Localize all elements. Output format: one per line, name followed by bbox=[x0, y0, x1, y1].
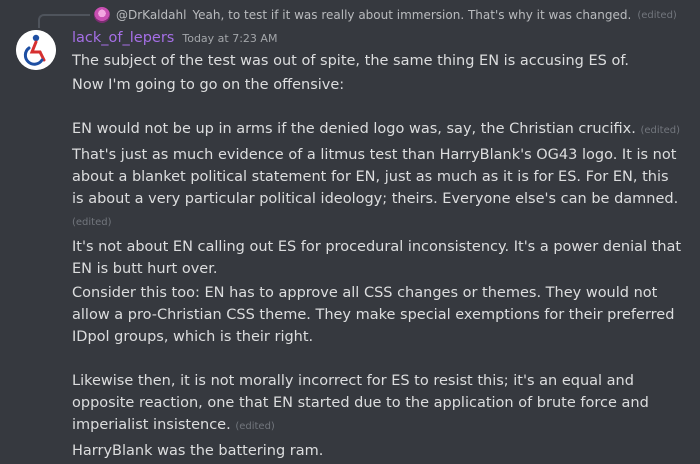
message-text: It's not about EN calling out ES for pro… bbox=[72, 239, 682, 277]
message-line: EN would not be up in arms if the denied… bbox=[72, 118, 684, 142]
reply-preview[interactable]: @DrKaldahl Yeah, to test if it was reall… bbox=[94, 6, 677, 24]
message-line: It's not about EN calling out ES for pro… bbox=[72, 236, 684, 280]
message-text: EN would not be up in arms if the denied… bbox=[72, 121, 636, 137]
message-text: That's just as much evidence of a litmus… bbox=[72, 147, 679, 207]
reply-connector-line bbox=[38, 14, 90, 28]
edited-label: (edited) bbox=[235, 421, 275, 432]
username[interactable]: lack_of_lepers bbox=[72, 30, 174, 46]
message-line: Now I'm going to go on the offensive: bbox=[72, 74, 684, 96]
user-avatar[interactable] bbox=[16, 30, 56, 70]
wheelchair-logo-icon bbox=[16, 30, 56, 70]
message-body: The subject of the test was out of spite… bbox=[72, 50, 684, 464]
reply-author-name[interactable]: @DrKaldahl bbox=[116, 8, 186, 22]
message-line: HarryBlank was the battering ram. bbox=[72, 440, 684, 462]
message-text: Now I'm going to go on the offensive: bbox=[72, 77, 345, 93]
message-line: Likewise then, it is not morally incorre… bbox=[72, 370, 684, 438]
message-header: lack_of_lepers Today at 7:23 AM bbox=[72, 30, 277, 46]
edited-label: (edited) bbox=[640, 125, 680, 136]
message-line: That's just as much evidence of a litmus… bbox=[72, 144, 684, 234]
edited-label: (edited) bbox=[72, 217, 112, 228]
reply-text[interactable]: Yeah, to test if it was really about imm… bbox=[192, 8, 631, 22]
message-line: Consider this too: EN has to approve all… bbox=[72, 282, 684, 348]
reply-edited-label: (edited) bbox=[637, 9, 677, 21]
message-text: Consider this too: EN has to approve all… bbox=[72, 285, 675, 345]
message-text: HarryBlank was the battering ram. bbox=[72, 443, 324, 459]
message-line: The subject of the test was out of spite… bbox=[72, 50, 684, 72]
timestamp[interactable]: Today at 7:23 AM bbox=[182, 32, 277, 45]
reply-author-avatar[interactable] bbox=[94, 7, 110, 23]
message-text: Likewise then, it is not morally incorre… bbox=[72, 373, 649, 433]
message-text: The subject of the test was out of spite… bbox=[72, 53, 629, 69]
